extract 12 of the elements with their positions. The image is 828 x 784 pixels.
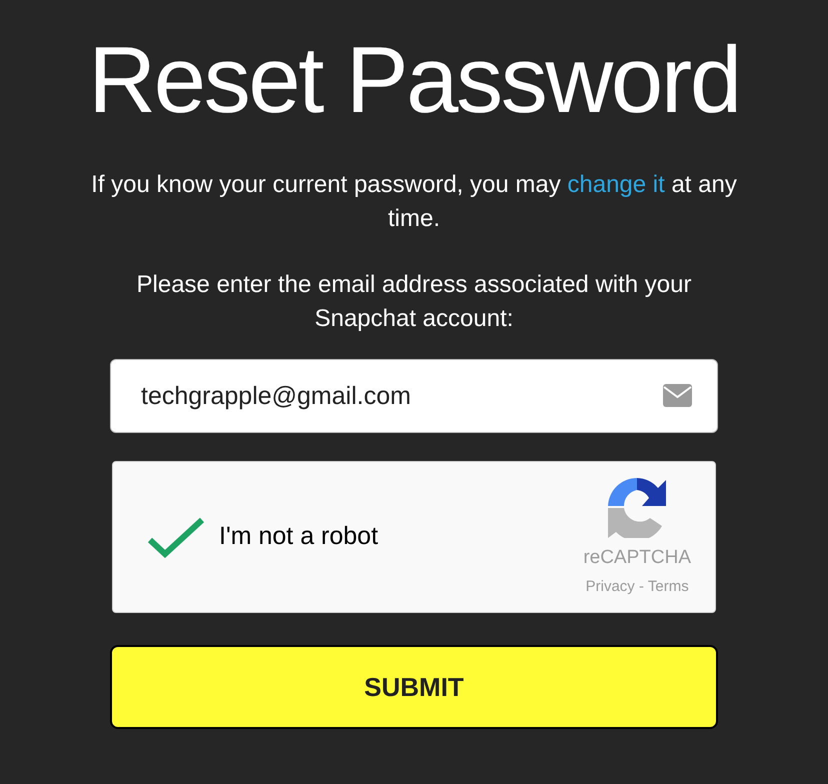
captcha-label: I'm not a robot xyxy=(219,521,380,552)
change-password-link[interactable]: change it xyxy=(567,171,665,198)
recaptcha-brand: reCAPTCHA xyxy=(583,546,691,570)
check-icon xyxy=(147,516,205,558)
page-title: Reset Password xyxy=(88,30,740,130)
email-field[interactable]: techgrapple@gmail.com xyxy=(110,359,718,433)
email-prompt: Please enter the email address associated with your Snapchat account: xyxy=(136,270,692,334)
intro-text: If you know your current password, you may change it at any time. xyxy=(90,170,738,234)
captcha-checkbox[interactable] xyxy=(147,515,207,559)
envelope-icon xyxy=(663,384,692,407)
recaptcha-logo-icon xyxy=(606,476,668,538)
submit-button[interactable]: SUBMIT xyxy=(110,645,718,729)
